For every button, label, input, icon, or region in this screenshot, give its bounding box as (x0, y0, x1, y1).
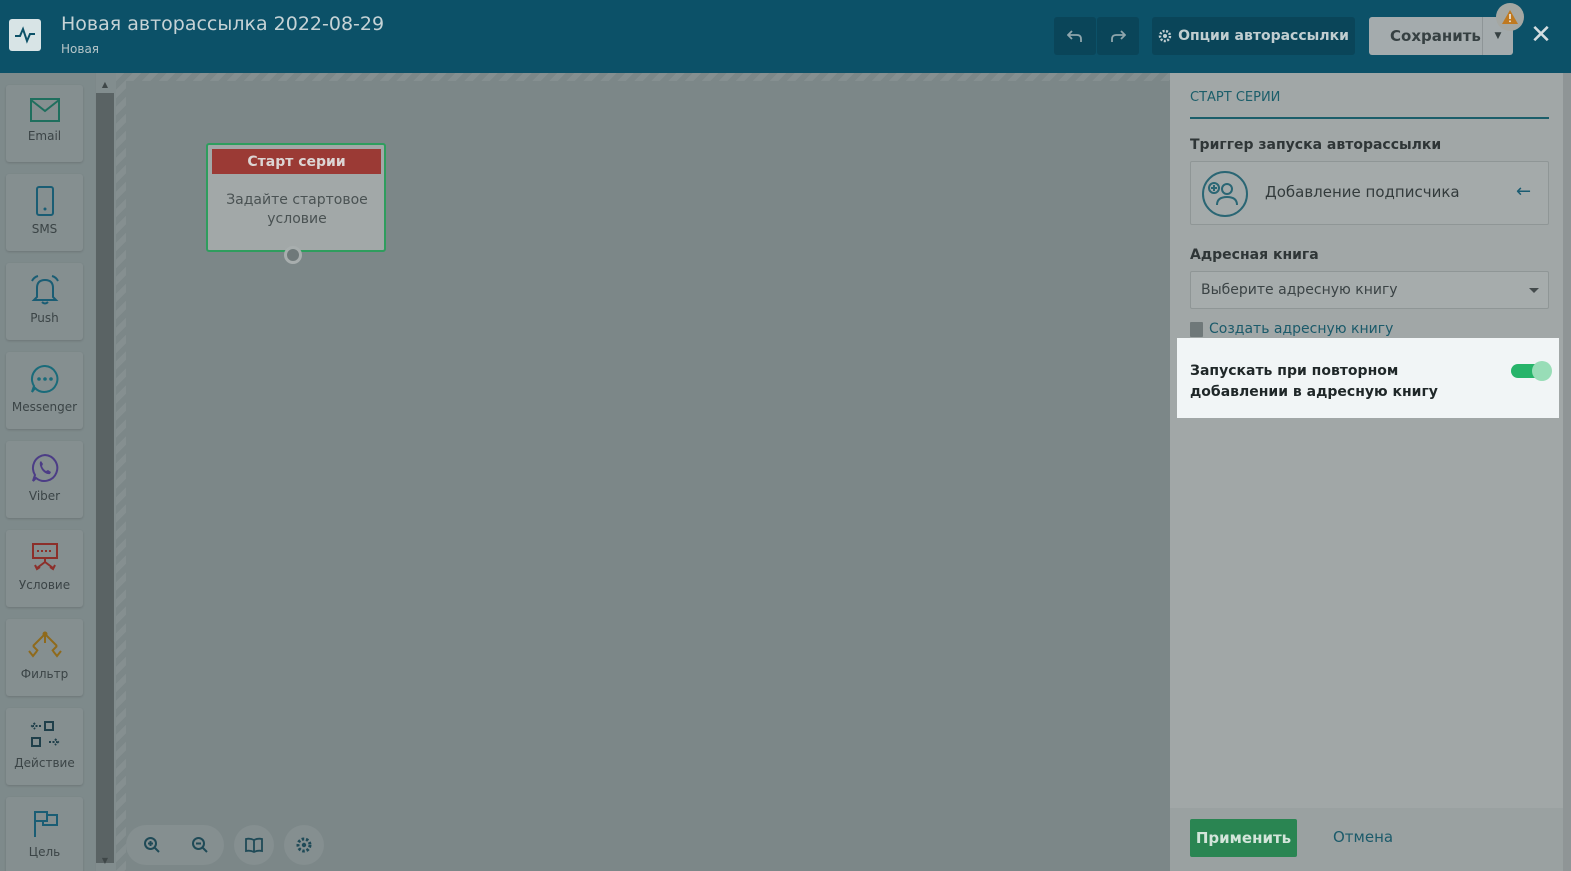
repeat-trigger-toggle[interactable] (1511, 361, 1552, 381)
canvas-edge-left (116, 73, 126, 871)
tool-filter[interactable]: Фильтр (6, 619, 83, 696)
save-label: Сохранить (1390, 27, 1481, 45)
options-label: Опции авторассылки (1178, 28, 1349, 44)
start-node-title: Старт серии (212, 149, 381, 174)
address-book-label: Адресная книга (1190, 247, 1319, 263)
apply-label: Применить (1195, 829, 1292, 847)
repeat-trigger-label: Запускать при повторном добавлении в адр… (1190, 363, 1438, 400)
scrollbar-thumb[interactable] (96, 93, 114, 863)
chevron-down-icon: ▼ (1494, 31, 1502, 41)
tool-filter-label: Фильтр (20, 667, 69, 681)
tool-push[interactable]: Push (6, 263, 83, 340)
bell-icon (30, 275, 59, 305)
undo-button[interactable] (1054, 17, 1096, 55)
create-address-book-label: Создать адресную книгу (1209, 321, 1394, 337)
redo-icon (1111, 30, 1126, 42)
canvas-settings-button[interactable] (284, 825, 324, 865)
scroll-down-icon[interactable]: ▼ (96, 853, 114, 867)
add-subscriber-icon (1202, 171, 1248, 217)
gear-icon (296, 837, 312, 853)
start-node[interactable]: Старт серии Задайте стартовое условие (206, 143, 386, 264)
help-book-button[interactable] (234, 825, 274, 865)
apply-button[interactable]: Применить (1190, 819, 1297, 857)
phone-icon (35, 186, 54, 216)
cancel-button[interactable]: Отмена (1333, 828, 1393, 846)
address-book-select[interactable]: Выберите адресную книгу (1190, 271, 1549, 309)
settings-panel: СТАРТ СЕРИИ Триггер запуска авторассылки… (1170, 73, 1563, 871)
email-icon (29, 98, 60, 122)
tool-messenger[interactable]: Messenger (6, 352, 83, 429)
tool-messenger-label: Messenger (11, 400, 78, 414)
trigger-value: Добавление подписчика (1265, 183, 1460, 201)
tool-email[interactable]: Email (6, 85, 83, 162)
workflow-canvas[interactable]: Старт серии Задайте стартовое условие (116, 73, 1170, 871)
chevron-down-icon (1529, 288, 1539, 293)
arrow-left-icon[interactable]: ← (1516, 181, 1531, 202)
book-icon (245, 837, 263, 853)
zoom-in-icon (144, 837, 160, 853)
tool-push-label: Push (30, 311, 59, 325)
filter-icon (27, 631, 62, 658)
warning-icon[interactable] (1496, 3, 1524, 31)
flag-icon (33, 811, 58, 837)
redo-button[interactable] (1097, 17, 1139, 55)
tool-goal[interactable]: Цель (6, 797, 83, 871)
zoom-out-icon (192, 837, 208, 853)
toolbar-scrollbar[interactable]: ▲ ▼ (96, 73, 116, 871)
status-subtitle: Новая (61, 42, 100, 56)
condition-icon (31, 543, 58, 571)
create-address-book-link[interactable]: Создать адресную книгу (1190, 321, 1393, 337)
trigger-label: Триггер запуска авторассылки (1190, 137, 1442, 153)
toggle-knob (1532, 361, 1552, 381)
tool-sms[interactable]: SMS (6, 174, 83, 251)
zoom-in-button[interactable] (128, 825, 176, 865)
tool-condition-label: Условие (18, 578, 71, 592)
tool-email-label: Email (27, 129, 62, 143)
close-icon[interactable]: ✕ (1528, 20, 1554, 50)
start-node-body: Задайте стартовое условие (226, 192, 368, 227)
tool-action[interactable]: Действие (6, 708, 83, 785)
trigger-selector[interactable]: Добавление подписчика ← (1190, 161, 1549, 225)
element-toolbar: Email SMS Push Messenger Viber Условие Ф… (0, 73, 95, 871)
zoom-controls (126, 825, 224, 865)
canvas-edge-top (116, 73, 1170, 81)
tool-action-label: Действие (14, 756, 75, 770)
repeat-trigger-row: Запускать при повторном добавлении в адр… (1177, 338, 1559, 418)
tool-viber-label: Viber (28, 489, 61, 503)
tool-sms-label: SMS (31, 222, 58, 236)
zoom-out-button[interactable] (176, 825, 224, 865)
address-book-icon (1190, 321, 1203, 337)
address-book-placeholder: Выберите адресную книгу (1201, 282, 1398, 298)
panel-footer: Применить Отмена (1170, 808, 1563, 871)
scroll-up-icon[interactable]: ▲ (96, 77, 114, 91)
options-button[interactable]: Опции авторассылки (1152, 17, 1355, 55)
tool-viber[interactable]: Viber (6, 441, 83, 518)
action-icon (30, 721, 59, 747)
node-output-port[interactable] (284, 246, 302, 264)
gear-icon (1158, 29, 1172, 43)
chat-icon (30, 364, 58, 393)
undo-icon (1067, 30, 1082, 42)
app-logo-icon[interactable] (9, 19, 41, 51)
tool-goal-label: Цель (28, 845, 61, 859)
viber-icon (31, 453, 58, 482)
panel-tab-start[interactable]: СТАРТ СЕРИИ (1190, 90, 1280, 105)
tool-condition[interactable]: Условие (6, 530, 83, 607)
page-title: Новая авторассылка 2022-08-29 (61, 13, 385, 35)
tab-underline (1190, 117, 1549, 119)
panel-scrollbar[interactable] (1563, 73, 1571, 871)
top-header: Новая авторассылка 2022-08-29 Новая Опци… (0, 0, 1571, 73)
